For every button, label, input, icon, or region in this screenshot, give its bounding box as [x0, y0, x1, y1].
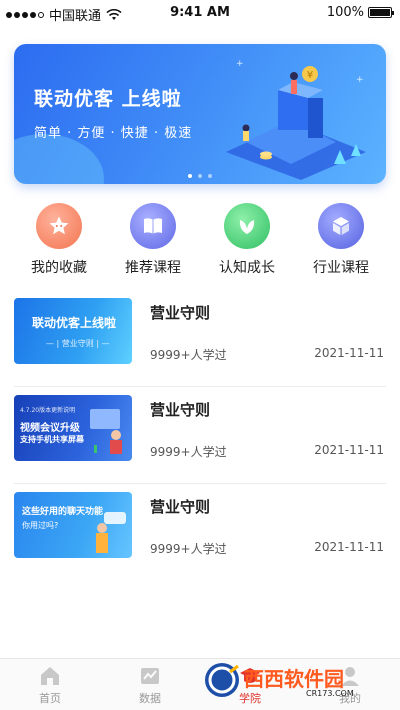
course-thumbnail: 4.7.20版本更新说明 视频会议升级 支持手机共享屏幕 — [14, 395, 132, 461]
course-date: 2021-11-11 — [314, 540, 384, 554]
course-item[interactable]: 联动优客上线啦 — | 营业守则 | — 营业守则 9999+人学过 2021-… — [14, 290, 386, 387]
chart-icon — [141, 668, 159, 684]
battery-percent: 100% — [326, 5, 364, 20]
watermark-text: 西西软件园 — [244, 667, 344, 691]
thumbnail-illustration — [90, 409, 122, 454]
course-thumbnail: 联动优客上线啦 — | 营业守则 | — — [14, 298, 132, 364]
status-bar: 中国联通 9:41 AM 100% — [0, 0, 400, 26]
svg-text:+: + — [236, 59, 244, 69]
carousel-dot[interactable] — [198, 174, 202, 178]
watermark-logo: 西西软件园 CR173.COM — [205, 663, 354, 698]
thumbnail-caption: 你用过吗? — [22, 521, 59, 530]
thumbnail-caption: 支持手机共享屏幕 — [20, 435, 84, 444]
thumbnail-caption: — | 营业守则 | — — [46, 339, 110, 348]
course-learners: 9999+人学过 — [150, 542, 227, 556]
shortcut-label: 我的收藏 — [31, 260, 87, 276]
svg-text:+: + — [356, 75, 364, 85]
thumbnail-illustration — [96, 512, 126, 553]
course-title: 营业守则 — [150, 401, 211, 419]
course-date: 2021-11-11 — [314, 346, 384, 360]
course-thumbnail: 这些好用的聊天功能 你用过吗? — [14, 492, 132, 558]
course-list: 联动优客上线啦 — | 营业守则 | — 营业守则 9999+人学过 2021-… — [14, 290, 386, 581]
book-icon — [130, 203, 176, 249]
shortcut-industry-courses[interactable]: 行业课程 — [296, 203, 386, 277]
carousel-dot[interactable] — [188, 174, 192, 178]
tab-data[interactable]: 数据 — [100, 659, 200, 710]
shortcut-label: 认知成长 — [219, 260, 275, 276]
shortcut-label: 行业课程 — [313, 260, 369, 276]
course-date: 2021-11-11 — [314, 443, 384, 457]
course-title: 营业守则 — [150, 498, 211, 516]
course-item[interactable]: 4.7.20版本更新说明 视频会议升级 支持手机共享屏幕 营业守则 9999+人… — [14, 387, 386, 484]
thumbnail-caption: 视频会议升级 — [20, 423, 80, 434]
shortcut-favorites[interactable]: 我的收藏 — [14, 203, 104, 277]
banner-subtitle: 简单 · 方便 · 快捷 · 极速 — [34, 126, 193, 141]
course-item[interactable]: 这些好用的聊天功能 你用过吗? 营业守则 9999+人学过 2021-11-11 — [14, 484, 386, 581]
home-icon — [41, 667, 59, 685]
shortcut-cognitive-growth[interactable]: 认知成长 — [202, 203, 292, 277]
shortcut-label: 推荐课程 — [125, 260, 181, 276]
shortcut-grid: 我的收藏 推荐课程 认知成长 行业课程 — [12, 203, 388, 277]
star-icon — [36, 203, 82, 249]
leaf-icon — [224, 203, 270, 249]
tab-home[interactable]: 首页 — [0, 659, 100, 710]
tab-label: 首页 — [39, 692, 61, 705]
carousel-dots[interactable] — [14, 174, 386, 178]
cube-icon — [318, 203, 364, 249]
svg-text:¥: ¥ — [307, 70, 313, 81]
battery-icon — [368, 7, 394, 18]
watermark-url: CR173.COM — [306, 689, 354, 698]
course-title: 营业守则 — [150, 304, 211, 322]
shortcut-recommended-courses[interactable]: 推荐课程 — [108, 203, 198, 277]
course-learners: 9999+人学过 — [150, 348, 227, 362]
banner-illustration: ¥ + + — [226, 59, 366, 180]
thumbnail-caption: 4.7.20版本更新说明 — [20, 407, 76, 414]
carousel-dot[interactable] — [208, 174, 212, 178]
thumbnail-caption: 联动优客上线啦 — [32, 316, 117, 330]
battery-info: 100% — [326, 5, 394, 20]
course-learners: 9999+人学过 — [150, 445, 227, 459]
tab-label: 数据 — [139, 692, 161, 705]
promo-banner[interactable]: 联动优客 上线啦 简单 · 方便 · 快捷 · 极速 ¥ + + — [14, 44, 386, 184]
banner-title: 联动优客 上线啦 — [34, 88, 182, 110]
